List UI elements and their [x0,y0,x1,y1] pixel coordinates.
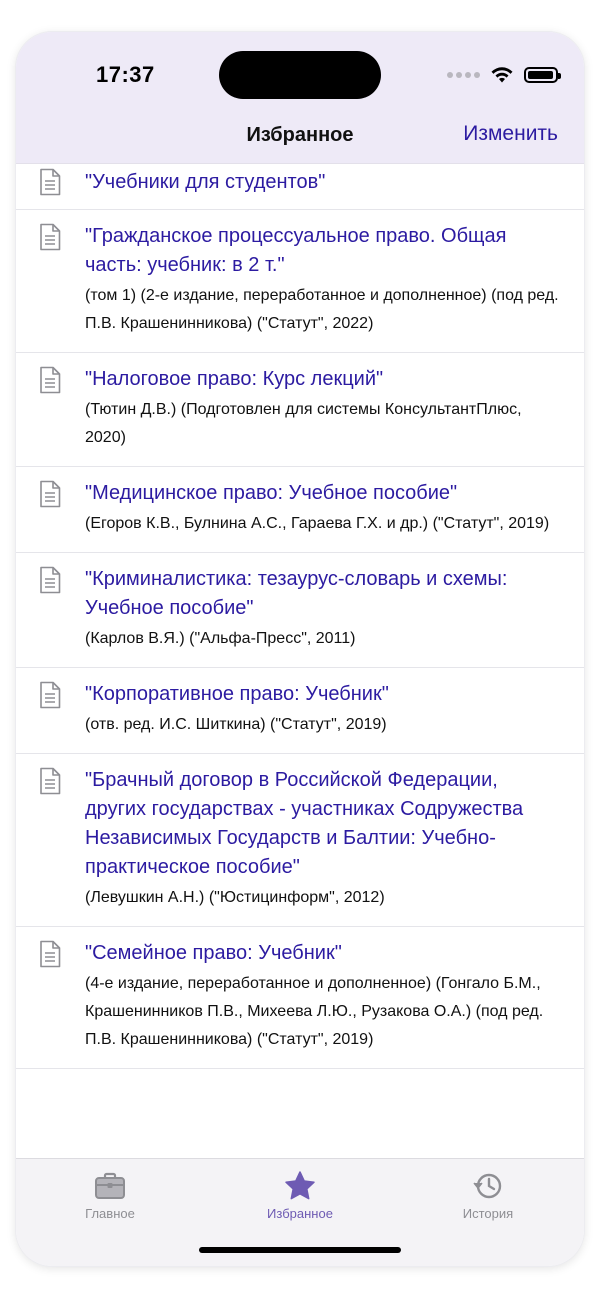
tab-history[interactable]: История [408,1169,568,1221]
item-title: "Налоговое право: Курс лекций" [85,368,384,390]
home-indicator [199,1247,401,1253]
status-time: 17:37 [96,62,155,87]
tab-favorites[interactable]: Избранное [220,1169,380,1221]
battery-icon [524,67,561,83]
list-item[interactable]: "Гражданское процессуальное право. Общая… [16,210,584,353]
tab-label: Главное [85,1206,135,1221]
document-icon [40,681,61,709]
document-icon [40,480,61,508]
tab-home[interactable]: Главное [30,1169,190,1221]
list-item[interactable]: "Учебники для студентов" [16,163,584,210]
document-icon [40,767,61,795]
star-icon [285,1171,315,1200]
item-title: "Семейное право: Учебник" [85,942,342,964]
list-item[interactable]: "Медицинское право: Учебное пособие" (Ег… [16,467,584,553]
item-subtitle: (Карлов В.Я.) ("Альфа-Пресс", 2011) [85,630,356,647]
document-icon [40,366,61,394]
status-indicators [447,66,561,84]
tab-label: История [462,1206,514,1221]
list-item[interactable]: "Криминалистика: тезаурус-словарь и схем… [16,553,584,668]
item-title: "Корпоративное право: Учебник" [85,683,389,705]
briefcase-icon [95,1172,125,1199]
item-subtitle: (Тютин Д.В.) (Подготовлен для системы Ко… [85,401,522,446]
document-icon [40,168,61,196]
favorites-list: "Учебники для студентов" "Гражданское пр… [16,163,584,1159]
item-subtitle: (4-е издание, переработанное и дополненн… [85,975,544,1048]
item-title: "Криминалистика: тезаурус-словарь и схем… [85,568,508,619]
wifi-icon [491,67,513,83]
document-icon [40,223,61,251]
document-icon [40,940,61,968]
item-title: "Учебники для студентов" [85,171,326,193]
item-title: "Брачный договор в Российской Федерации,… [85,769,524,878]
item-subtitle: (Левушкин А.Н.) ("Юстицинформ", 2012) [85,889,385,906]
item-title: "Гражданское процессуальное право. Общая… [85,225,507,276]
tab-label: Избранное [267,1206,333,1221]
item-subtitle: (отв. ред. И.С. Шиткина) ("Статут", 2019… [85,716,387,733]
navigation-header: 17:37 Избранное Изменить [16,32,584,164]
signal-icon [447,72,480,78]
phone-screen: 17:37 Избранное Изменить "Учебники для с… [16,32,584,1266]
item-title: "Медицинское право: Учебное пособие" [85,482,458,504]
list-item[interactable]: "Семейное право: Учебник" (4-е издание, … [16,927,584,1069]
document-icon [40,566,61,594]
dynamic-island [219,51,381,99]
item-subtitle: (том 1) (2-е издание, переработанное и д… [85,287,559,332]
list-item[interactable]: "Налоговое право: Курс лекций" (Тютин Д.… [16,353,584,467]
item-subtitle: (Егоров К.В., Булнина А.С., Гараева Г.Х.… [85,515,550,532]
tab-bar: Главное Избранное История [16,1158,584,1266]
edit-button[interactable]: Изменить [463,122,558,146]
list-item[interactable]: "Брачный договор в Российской Федерации,… [16,754,584,927]
history-icon [473,1173,502,1199]
list-item[interactable]: "Корпоративное право: Учебник" (отв. ред… [16,668,584,754]
